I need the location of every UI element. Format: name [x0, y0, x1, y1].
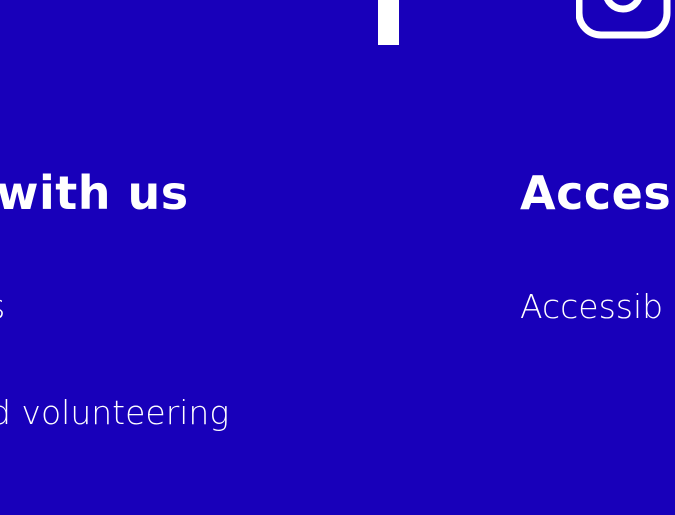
instagram-icon[interactable]: [575, 0, 672, 40]
facebook-icon[interactable]: [361, 0, 411, 45]
volunteering-link[interactable]: d volunteering: [0, 396, 229, 429]
work-with-us-heading: with us: [0, 166, 189, 220]
accessibility-link[interactable]: Accessib: [520, 290, 663, 323]
accessibility-heading: Acces: [520, 166, 672, 220]
jobs-link[interactable]: s: [0, 290, 5, 323]
